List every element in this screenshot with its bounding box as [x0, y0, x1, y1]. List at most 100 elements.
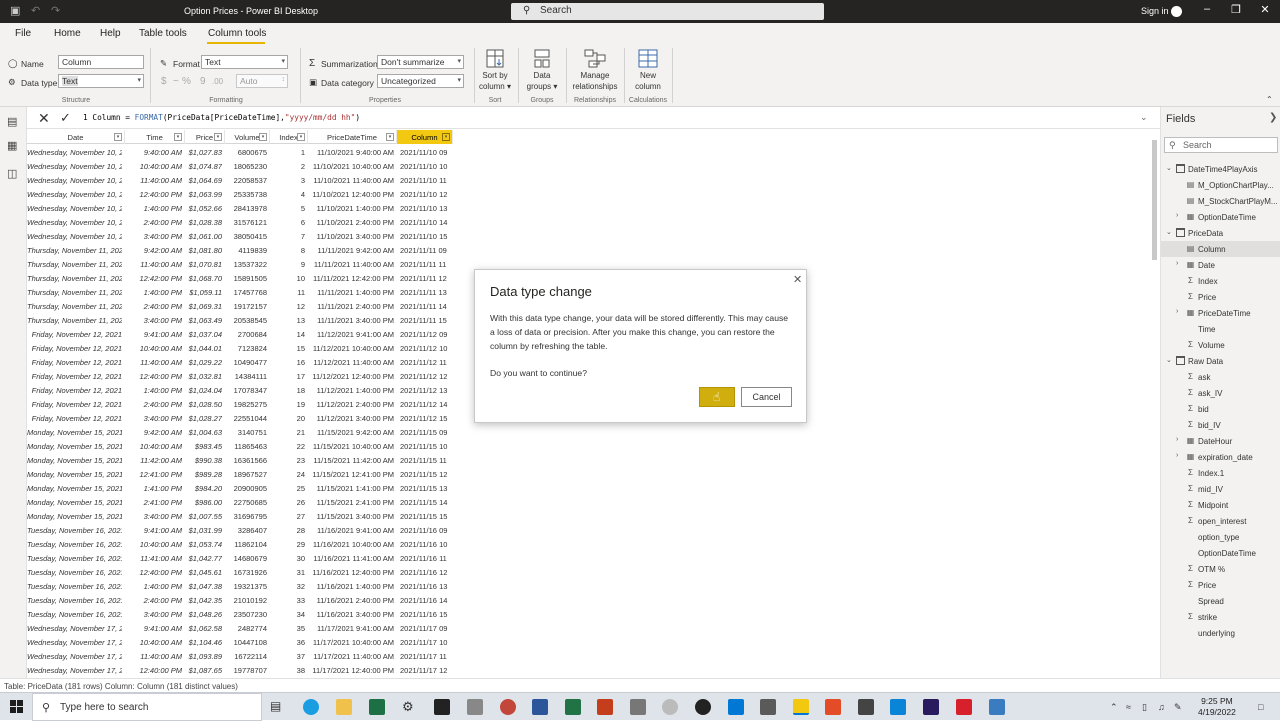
- battery-icon[interactable]: ▯: [1142, 702, 1147, 713]
- vscode-icon[interactable]: [728, 699, 744, 715]
- account-avatar-icon[interactable]: [1171, 6, 1182, 17]
- field-item[interactable]: › ▦ DateHour: [1161, 433, 1280, 449]
- model-view-icon[interactable]: ◫: [7, 167, 20, 180]
- data-type-select[interactable]: Text ▾: [58, 74, 144, 88]
- file-explorer-icon[interactable]: [336, 699, 352, 715]
- filter-dropdown-icon[interactable]: ▾: [259, 133, 267, 141]
- cancel-button[interactable]: Cancel: [741, 387, 792, 407]
- app-icon-8[interactable]: [989, 699, 1005, 715]
- data-category-select[interactable]: Uncategorized ▾: [377, 74, 464, 88]
- chevron-down-icon[interactable]: ⌄: [1166, 228, 1172, 236]
- table-row[interactable]: Thursday, November 11, 2021 1:40:00 PM $1,…: [27, 285, 453, 299]
- chevron-right-icon[interactable]: ›: [1176, 452, 1178, 459]
- restore-icon[interactable]: ❐: [1221, 3, 1251, 20]
- wifi-icon[interactable]: ≈: [1126, 702, 1131, 712]
- title-search-input[interactable]: ⚲ Search: [511, 3, 824, 20]
- thousands-separator-icon[interactable]: 9: [200, 76, 206, 87]
- column-header-index[interactable]: Index ▾: [270, 130, 308, 144]
- table-row[interactable]: Wednesday, November 17, 2021 9:41:00 AM $1…: [27, 621, 453, 635]
- currency-icon[interactable]: $: [161, 76, 167, 87]
- redo-icon[interactable]: ↷: [51, 4, 60, 17]
- close-window-icon[interactable]: ✕: [1250, 3, 1280, 20]
- decimal-places-icon[interactable]: .00: [212, 77, 223, 86]
- table-row[interactable]: Friday, November 12, 2021 3:40:00 PM $1,02…: [27, 411, 453, 425]
- format-select[interactable]: Text ▾: [201, 55, 288, 69]
- chevron-right-icon[interactable]: ›: [1176, 260, 1178, 267]
- acrobat-icon[interactable]: [956, 699, 972, 715]
- sort-by-column-button[interactable]: Sort by column ▾: [476, 49, 514, 92]
- tray-chevron-icon[interactable]: ⌃: [1110, 702, 1118, 713]
- tab-column-tools[interactable]: Column tools: [208, 28, 266, 39]
- fields-search-input[interactable]: ⚲ Search: [1164, 137, 1278, 153]
- table-row[interactable]: Friday, November 12, 2021 1:40:00 PM $1,02…: [27, 383, 453, 397]
- app-icon[interactable]: [467, 699, 483, 715]
- save-icon[interactable]: ▣: [10, 4, 20, 17]
- table-row[interactable]: Tuesday, November 16, 2021 9:41:00 AM $1,0…: [27, 523, 453, 537]
- powerpoint-icon[interactable]: [597, 699, 613, 715]
- summarization-select[interactable]: Don't summarize ▾: [377, 55, 464, 69]
- table-row[interactable]: Wednesday, November 10, 2021 12:40:00 PM $…: [27, 187, 453, 201]
- table-row[interactable]: Friday, November 12, 2021 2:40:00 PM $1,02…: [27, 397, 453, 411]
- sign-in-link[interactable]: Sign in: [1141, 6, 1169, 16]
- undo-icon[interactable]: ↶: [31, 4, 40, 17]
- table-row[interactable]: Friday, November 12, 2021 11:40:00 AM $1,0…: [27, 355, 453, 369]
- app-icon-7[interactable]: [890, 699, 906, 715]
- table-row[interactable]: Wednesday, November 10, 2021 9:40:00 AM $1…: [27, 145, 453, 159]
- collapse-pane-icon[interactable]: ❯: [1269, 112, 1277, 123]
- language-icon[interactable]: ✎: [1174, 702, 1182, 713]
- expand-formula-icon[interactable]: ⌄: [1140, 112, 1148, 123]
- field-item[interactable]: Σopen_interest: [1161, 513, 1280, 529]
- table-row[interactable]: Thursday, November 11, 2021 3:40:00 PM $1,…: [27, 313, 453, 327]
- app-icon-2[interactable]: [630, 699, 646, 715]
- filter-dropdown-icon[interactable]: ▾: [114, 133, 122, 141]
- field-item[interactable]: › ▦ OptionDateTime: [1161, 209, 1280, 225]
- table-row[interactable]: Monday, November 15, 2021 2:41:00 PM $986.…: [27, 495, 453, 509]
- table-row[interactable]: Monday, November 15, 2021 12:41:00 PM $989…: [27, 467, 453, 481]
- minimize-icon[interactable]: –: [1192, 3, 1222, 20]
- table-row[interactable]: Monday, November 15, 2021 9:42:00 AM $1,00…: [27, 425, 453, 439]
- clock-app-icon[interactable]: [662, 699, 678, 715]
- excel-green-icon[interactable]: [369, 699, 385, 715]
- table-row[interactable]: Tuesday, November 16, 2021 12:40:00 PM $1,…: [27, 565, 453, 579]
- currency-dropdown-icon[interactable]: ~: [173, 76, 179, 87]
- field-item[interactable]: underlying: [1161, 625, 1280, 641]
- field-item[interactable]: Σstrike: [1161, 609, 1280, 625]
- commit-formula-icon[interactable]: ✓: [60, 110, 71, 126]
- field-item[interactable]: OptionDateTime: [1161, 545, 1280, 561]
- table-row[interactable]: Wednesday, November 17, 2021 11:40:00 AM $…: [27, 649, 453, 663]
- table-row[interactable]: Wednesday, November 10, 2021 1:40:00 PM $1…: [27, 201, 453, 215]
- field-item[interactable]: ⌄ DateTime4PlayAxis: [1161, 161, 1280, 177]
- table-row[interactable]: Wednesday, November 10, 2021 11:40:00 AM $…: [27, 173, 453, 187]
- column-header-time[interactable]: Time ▾: [125, 130, 185, 144]
- premiere-icon[interactable]: [923, 699, 939, 715]
- field-item[interactable]: ▤ M_OptionChartPlay...: [1161, 177, 1280, 193]
- tab-help[interactable]: Help: [100, 28, 121, 39]
- windows-start-icon[interactable]: [10, 700, 23, 713]
- field-item[interactable]: Σask_IV: [1161, 385, 1280, 401]
- settings-icon[interactable]: ⚙: [402, 699, 418, 715]
- column-header-volume[interactable]: Volume ▾: [225, 130, 270, 144]
- field-item[interactable]: ⌄ Raw Data: [1161, 353, 1280, 369]
- table-row[interactable]: Wednesday, November 17, 2021 10:40:00 AM $…: [27, 635, 453, 649]
- field-item[interactable]: Σask: [1161, 369, 1280, 385]
- field-item[interactable]: ▤ M_StockChartPlayM...: [1161, 193, 1280, 209]
- field-item[interactable]: Σ Volume: [1161, 337, 1280, 353]
- excel-icon[interactable]: [565, 699, 581, 715]
- chevron-right-icon[interactable]: ›: [1176, 212, 1178, 219]
- table-row[interactable]: Monday, November 15, 2021 11:42:00 AM $990…: [27, 453, 453, 467]
- data-view-icon[interactable]: ▦: [7, 139, 20, 152]
- edge-icon[interactable]: [303, 699, 319, 715]
- cancel-formula-icon[interactable]: ✕: [38, 110, 50, 127]
- table-row[interactable]: Tuesday, November 16, 2021 1:40:00 PM $1,0…: [27, 579, 453, 593]
- terminal-icon[interactable]: [434, 699, 450, 715]
- table-row[interactable]: Tuesday, November 16, 2021 10:40:00 AM $1,…: [27, 537, 453, 551]
- data-groups-button[interactable]: Data groups ▾: [521, 49, 563, 92]
- table-row[interactable]: Thursday, November 11, 2021 12:42:00 PM $1…: [27, 271, 453, 285]
- field-item[interactable]: Σ OTM %: [1161, 561, 1280, 577]
- table-row[interactable]: Wednesday, November 17, 2021 12:40:00 PM $…: [27, 663, 453, 676]
- filter-dropdown-icon[interactable]: ▾: [214, 133, 222, 141]
- notifications-icon[interactable]: □: [1258, 702, 1263, 712]
- ok-button[interactable]: ☝: [699, 387, 735, 407]
- table-row[interactable]: Tuesday, November 16, 2021 11:41:00 AM $1,…: [27, 551, 453, 565]
- collapse-ribbon-icon[interactable]: ⌃: [1266, 95, 1273, 104]
